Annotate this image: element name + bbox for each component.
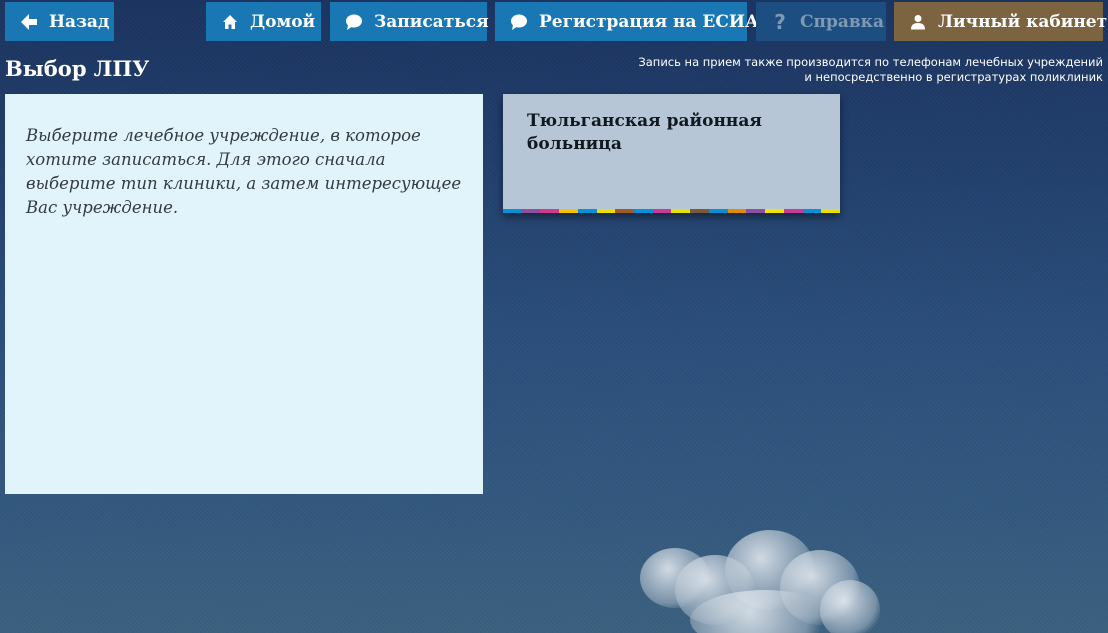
clinic-card-color-stripe [503, 209, 840, 213]
help-button-label: Справка [800, 11, 884, 32]
phone-note-line-2: и непосредственно в регистратурах поликл… [804, 70, 1103, 84]
personal-cabinet-button[interactable]: Личный кабинет [894, 2, 1107, 41]
stripe-segment [708, 209, 728, 213]
stripe-segment [540, 209, 560, 213]
signup-button[interactable]: Записаться [330, 2, 489, 41]
stripe-segment [559, 209, 578, 213]
clinic-name: Тюльганская районная больница [527, 111, 762, 154]
stripe-segment [783, 209, 803, 213]
stripe-segment [503, 209, 522, 213]
question-mark-icon: ? [774, 9, 786, 34]
stripe-segment [727, 209, 747, 213]
back-button[interactable]: Назад [5, 2, 114, 41]
stripe-segment [521, 209, 541, 213]
stripe-segment [690, 209, 709, 213]
stripe-segment [634, 209, 653, 213]
stripe-segment [746, 209, 766, 213]
esia-registration-button-label: Регистрация на ЕСИА [539, 11, 759, 32]
back-button-label: Назад [49, 11, 110, 32]
home-icon [220, 12, 240, 32]
user-icon [908, 12, 928, 32]
clinic-card[interactable]: Тюльганская районная больница [503, 94, 840, 213]
signup-button-label: Записаться [374, 11, 489, 32]
stripe-segment [671, 209, 691, 213]
home-button-label: Домой [250, 11, 316, 32]
home-button[interactable]: Домой [206, 2, 321, 41]
esia-registration-button[interactable]: Регистрация на ЕСИА [495, 2, 759, 41]
page-title: Выбор ЛПУ [5, 56, 150, 81]
instructions-panel: Выберите лечебное учреждение, в которое … [5, 94, 483, 494]
phone-note-line-1: Запись на прием также производится по те… [638, 55, 1103, 69]
stripe-segment [802, 209, 822, 213]
cloud-decoration [630, 530, 890, 633]
stripe-segment [821, 209, 840, 213]
chat-bubble-icon [509, 12, 529, 32]
stripe-segment [615, 209, 635, 213]
stripe-segment [652, 209, 672, 213]
help-button[interactable]: ? Справка [756, 2, 886, 41]
stripe-segment [577, 209, 597, 213]
instructions-text: Выберите лечебное учреждение, в которое … [26, 126, 462, 217]
arrow-left-icon [19, 12, 39, 32]
stripe-segment [596, 209, 616, 213]
personal-cabinet-button-label: Личный кабинет [938, 11, 1108, 32]
chat-bubble-icon [344, 12, 364, 32]
stripe-segment [765, 209, 784, 213]
phone-appointment-note: Запись на прием также производится по те… [638, 55, 1103, 85]
